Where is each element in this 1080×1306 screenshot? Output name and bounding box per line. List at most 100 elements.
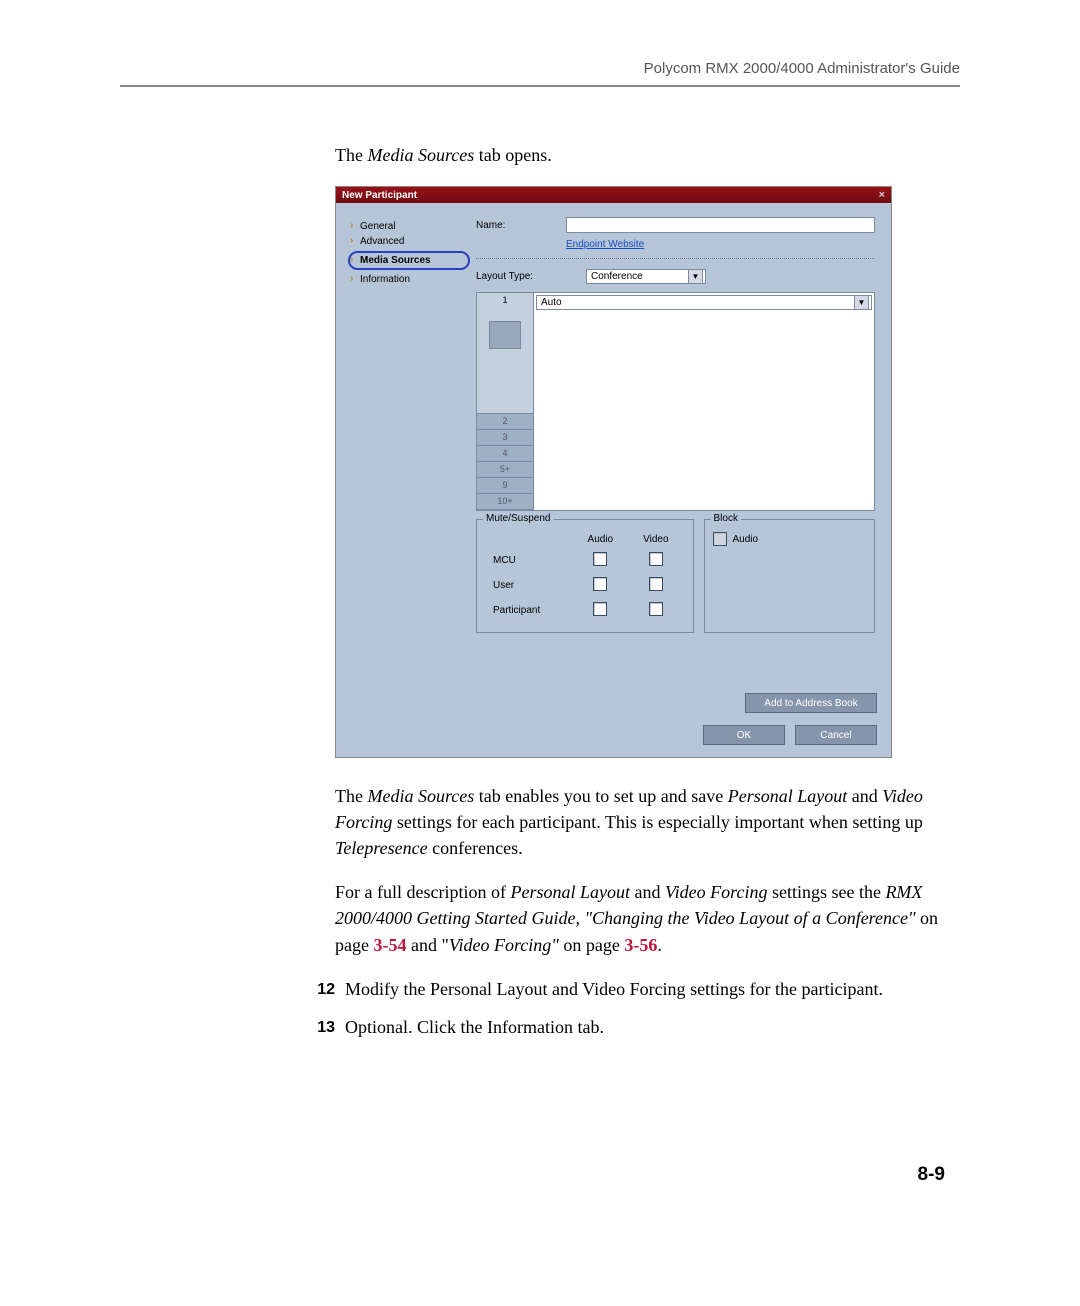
dialog-nav: General Advanced Media Sources Informati… — [336, 203, 476, 683]
text-italic: Media Sources — [367, 786, 474, 806]
row-label: User — [487, 574, 572, 597]
text: conferences. — [428, 838, 523, 858]
layout-type-select[interactable]: Conference ▼ — [586, 269, 706, 284]
block-audio-checkbox — [713, 532, 727, 546]
add-address-book-button[interactable]: Add to Address Book — [745, 693, 877, 713]
layout-tab-9[interactable]: 9 — [477, 478, 533, 494]
layout-auto-select[interactable]: Auto ▼ — [536, 295, 872, 310]
text-bold: Optional. — [345, 1017, 413, 1037]
dialog-title: New Participant — [342, 190, 417, 201]
layout-preview-icon — [489, 321, 521, 349]
dialog-titlebar: New Participant × — [336, 187, 891, 203]
layout-tab-4[interactable]: 4 — [477, 446, 533, 462]
block-audio-label: Audio — [733, 534, 759, 545]
text-italic: Video Forcing — [582, 979, 685, 999]
layout-tab-5plus[interactable]: 5+ — [477, 462, 533, 478]
page-ref-link[interactable]: 3-56 — [624, 935, 657, 955]
layout-tab-10plus[interactable]: 10+ — [477, 494, 533, 510]
layout-area: 1 2 3 4 5+ 9 10+ Auto ▼ — [476, 292, 875, 511]
cancel-button[interactable]: Cancel — [795, 725, 877, 745]
lower-groups: Mute/Suspend Audio Video MCU — [476, 519, 875, 633]
layout-tab-1[interactable]: 1 — [477, 293, 533, 414]
para-2: For a full description of Personal Layou… — [335, 879, 960, 957]
step-13: 13 Optional. Click the Information tab. — [120, 1014, 960, 1040]
text: and — [630, 882, 665, 902]
text-italic: Video Forcing" — [449, 935, 559, 955]
participant-video-checkbox[interactable] — [649, 602, 663, 616]
text-bold: Information — [487, 1017, 573, 1037]
user-video-checkbox[interactable] — [649, 577, 663, 591]
dialog-body: General Advanced Media Sources Informati… — [336, 203, 891, 683]
chevron-down-icon: ▼ — [688, 269, 703, 284]
layout-tab-2[interactable]: 2 — [477, 414, 533, 430]
table-row: Participant — [487, 599, 683, 622]
dialog-screenshot: New Participant × General Advanced Media… — [335, 186, 892, 758]
name-input[interactable] — [566, 217, 875, 233]
nav-general[interactable]: General — [350, 219, 468, 234]
name-label: Name: — [476, 220, 566, 231]
participant-audio-checkbox[interactable] — [593, 602, 607, 616]
page-number: 8-9 — [918, 1164, 945, 1186]
row-label: Participant — [487, 599, 572, 622]
header-rule — [120, 85, 960, 87]
layout-canvas-panel: Auto ▼ — [534, 293, 874, 510]
row-label: MCU — [487, 549, 572, 572]
text: settings for the participant. — [686, 979, 883, 999]
text: Click the — [413, 1017, 488, 1037]
para-1: The Media Sources tab enables you to set… — [335, 783, 960, 861]
mcu-audio-checkbox[interactable] — [593, 552, 607, 566]
text: on page — [559, 935, 624, 955]
text: and " — [406, 935, 448, 955]
text: tab enables you to set up and save — [474, 786, 727, 806]
dialog-content: Name: Endpoint Website Layout Type: Conf… — [476, 203, 891, 683]
text: For a full description of — [335, 882, 510, 902]
chevron-down-icon: ▼ — [854, 295, 869, 310]
text-italic: Media Sources — [367, 145, 474, 165]
step-number: 13 — [290, 1014, 335, 1040]
text-italic: Video Forcing — [665, 882, 767, 902]
text: Modify the — [345, 979, 430, 999]
text: and — [847, 786, 882, 806]
dialog-button-bar: Add to Address Book — [336, 683, 891, 725]
close-icon[interactable]: × — [879, 189, 885, 201]
separator — [476, 258, 875, 259]
col-audio: Audio — [574, 532, 628, 547]
block-legend: Block — [711, 513, 741, 524]
step-number: 12 — [290, 976, 335, 1002]
nav-information[interactable]: Information — [350, 272, 468, 287]
layout-canvas — [534, 312, 874, 510]
user-audio-checkbox[interactable] — [593, 577, 607, 591]
nav-advanced[interactable]: Advanced — [350, 234, 468, 249]
text: tab. — [573, 1017, 604, 1037]
text: The — [335, 786, 367, 806]
ok-button[interactable]: OK — [703, 725, 785, 745]
col-video: Video — [629, 532, 682, 547]
mute-suspend-table: Audio Video MCU User — [485, 530, 685, 624]
block-group: Block Audio — [704, 519, 875, 633]
table-row: User — [487, 574, 683, 597]
text-italic: Telepresence — [335, 838, 428, 858]
mute-suspend-legend: Mute/Suspend — [483, 513, 554, 524]
layout-tab-1-label: 1 — [477, 293, 533, 307]
page-ref-link[interactable]: 3-54 — [373, 935, 406, 955]
running-head: Polycom RMX 2000/4000 Administrator's Gu… — [120, 60, 960, 77]
layout-type-label: Layout Type: — [476, 271, 586, 282]
layout-tab-3[interactable]: 3 — [477, 430, 533, 446]
text: The — [335, 145, 367, 165]
text: . — [657, 935, 662, 955]
text: settings for each participant. This is e… — [392, 812, 923, 832]
mcu-video-checkbox[interactable] — [649, 552, 663, 566]
dialog-okcancel-bar: OK Cancel — [336, 725, 891, 757]
mute-suspend-group: Mute/Suspend Audio Video MCU — [476, 519, 694, 633]
endpoint-website-link[interactable]: Endpoint Website — [566, 239, 644, 250]
text-italic: Personal Layout — [430, 979, 547, 999]
layout-list: 1 2 3 4 5+ 9 10+ — [477, 293, 534, 510]
text-italic: Personal Layout — [728, 786, 848, 806]
nav-media-sources[interactable]: Media Sources — [348, 251, 470, 270]
text: tab opens. — [474, 145, 551, 165]
layout-type-value: Conference — [591, 271, 643, 282]
layout-auto-value: Auto — [541, 297, 562, 308]
step-12: 12 Modify the Personal Layout and Video … — [120, 976, 960, 1002]
text-italic: Personal Layout — [510, 882, 630, 902]
table-row: MCU — [487, 549, 683, 572]
